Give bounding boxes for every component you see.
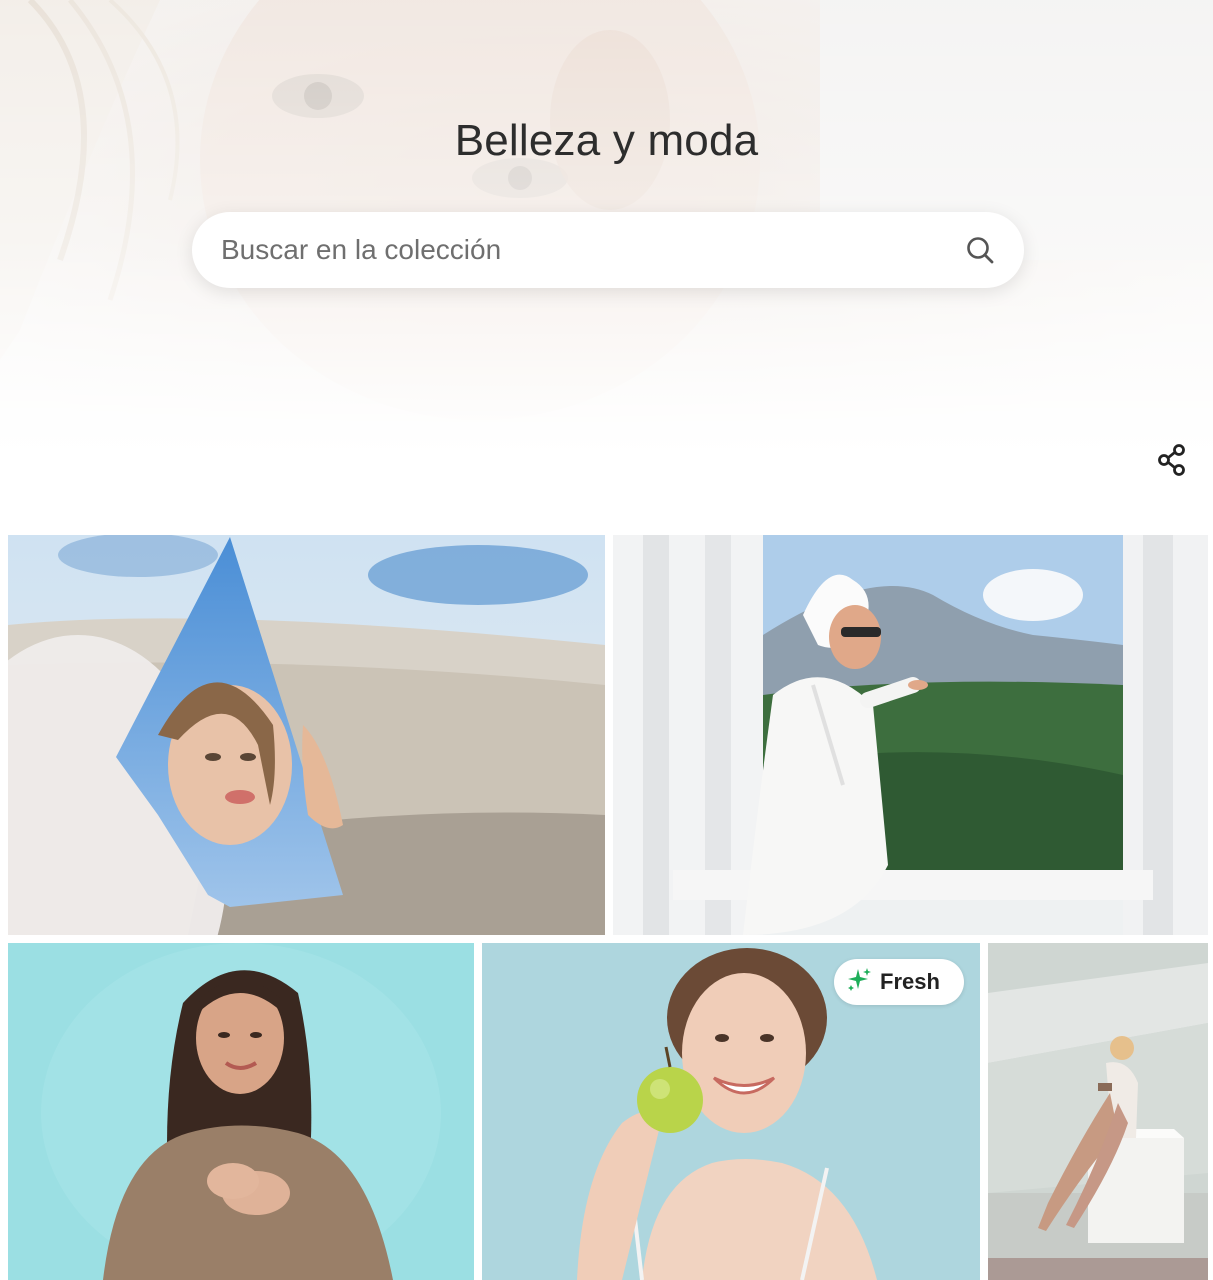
fresh-badge-label: Fresh [880,969,940,994]
photo-woman-on-white-cube[interactable] [988,943,1208,1280]
search-icon[interactable] [960,230,1000,270]
search-bar [192,212,1024,288]
photo-woman-bathrobe-balcony[interactable] [613,535,1208,935]
fresh-badge: Fresh [834,959,964,1005]
page-title: Belleza y moda [454,116,759,165]
share-icon[interactable] [1152,440,1192,480]
collection-page: Belleza y moda Buscar en la colección Fr… [0,0,1213,1280]
hero-banner: Belleza y moda [0,0,1213,520]
search-input[interactable] [192,219,960,281]
sparkle-icon [846,967,872,998]
photo-woman-mirror-reflection[interactable] [8,535,605,935]
photo-woman-brown-sweater[interactable] [8,943,474,1280]
